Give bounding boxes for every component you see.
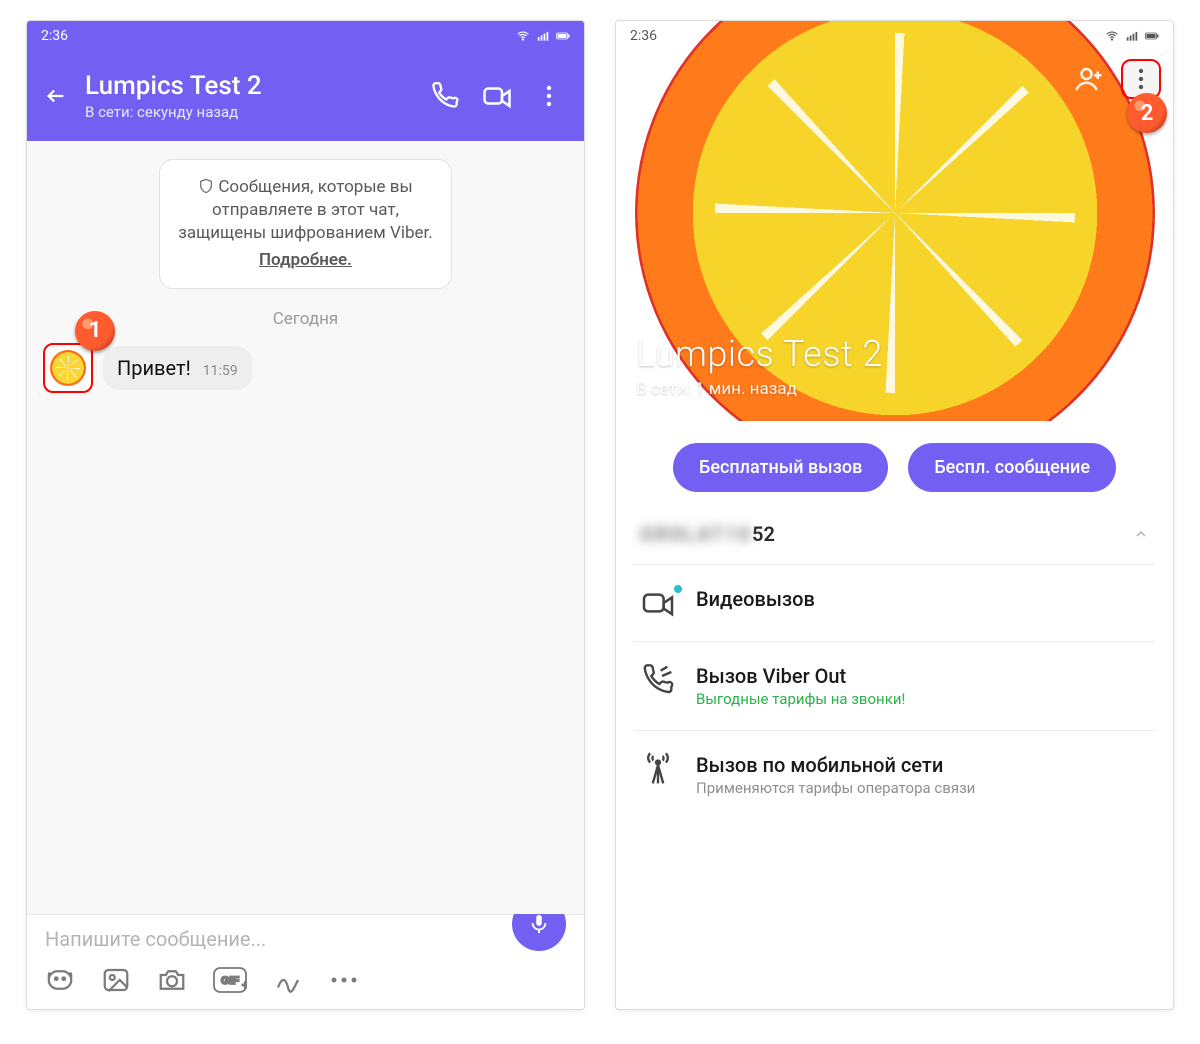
profile-body: Бесплатный вызов Беспл. сообщение GR0LAT…	[616, 421, 1173, 813]
more-toolbar-icon[interactable]	[329, 975, 359, 985]
message-text: Привет!	[117, 356, 191, 380]
callout-badge-2: 2	[1127, 93, 1167, 133]
message-input[interactable]: Напишите сообщение...	[45, 927, 512, 951]
divider	[634, 730, 1155, 731]
wifi-icon	[516, 29, 530, 43]
input-bar: Напишите сообщение... GIF+	[27, 914, 584, 1009]
status-indicators	[516, 29, 570, 43]
sticker-icon[interactable]	[45, 965, 75, 995]
free-message-button[interactable]: Беспл. сообщение	[908, 443, 1116, 492]
phone-left: 2:36 Lumpics Test 2 В сети: секунду наза…	[26, 20, 585, 1010]
option-label: Вызов Viber Out	[696, 664, 905, 688]
option-subtitle: Выгодные тарифы на звонки!	[696, 690, 905, 708]
more-icon[interactable]	[532, 79, 566, 113]
viber-out-icon	[638, 664, 678, 696]
back-icon[interactable]	[45, 85, 67, 107]
lemon-avatar-icon	[50, 350, 86, 386]
battery-icon	[1145, 29, 1159, 43]
profile-name: Lumpics Test 2	[636, 333, 883, 375]
encryption-text-1: Сообщения, которые вы	[218, 177, 412, 197]
status-time: 2:36	[41, 28, 68, 44]
date-separator: Сегодня	[43, 309, 568, 329]
signal-icon	[1125, 29, 1139, 43]
profile-text: Lumpics Test 2 В сети: 1 мин. назад	[636, 333, 883, 399]
option-subtitle: Применяются тарифы оператора связи	[696, 779, 975, 797]
wifi-icon	[1105, 29, 1119, 43]
status-time: 2:36	[630, 28, 657, 44]
svg-text:GIF: GIF	[221, 975, 240, 987]
svg-text:+: +	[242, 978, 247, 992]
phone-number-row[interactable]: GR0LAT1052	[634, 518, 1155, 558]
option-cellular-call[interactable]: Вызов по мобильной сети Применяются тари…	[634, 737, 1155, 813]
gallery-icon[interactable]	[101, 965, 131, 995]
option-label: Вызов по мобильной сети	[696, 753, 975, 777]
encryption-text-3: защищены шифрованием Viber.	[178, 223, 432, 243]
divider	[634, 564, 1155, 565]
free-call-button[interactable]: Бесплатный вызов	[673, 443, 888, 492]
status-bar: 2:36	[27, 21, 584, 51]
cell-tower-icon	[638, 753, 678, 785]
message-row: Привет! 11:59 1	[43, 343, 568, 393]
chat-body: Сообщения, которые вы отправляете в этот…	[27, 141, 584, 914]
message-bubble[interactable]: Привет! 11:59	[103, 346, 252, 390]
camera-icon[interactable]	[157, 965, 187, 995]
signal-icon	[536, 29, 550, 43]
encryption-notice[interactable]: Сообщения, которые вы отправляете в этот…	[159, 159, 451, 289]
encryption-more-link[interactable]: Подробнее.	[178, 249, 432, 272]
chat-header: Lumpics Test 2 В сети: секунду назад	[27, 51, 584, 141]
message-avatar-highlight[interactable]	[43, 343, 93, 393]
add-contact-icon[interactable]	[1069, 59, 1109, 99]
dot-badge-icon	[674, 585, 682, 593]
doodle-icon[interactable]	[273, 965, 303, 995]
profile-hero: 2:36 2 Lumpics Test 2 В сети: 1 мин. наз…	[616, 21, 1173, 421]
chat-title-block[interactable]: Lumpics Test 2 В сети: секунду назад	[85, 71, 410, 121]
video-call-icon[interactable]	[480, 79, 514, 113]
video-icon	[638, 587, 678, 619]
input-toolbar: GIF+	[45, 965, 566, 995]
chevron-up-icon	[1133, 526, 1149, 542]
back-icon[interactable]	[630, 65, 654, 89]
status-bar: 2:36	[616, 21, 1173, 51]
encryption-text-2: отправляете в этот чат,	[212, 200, 399, 220]
battery-icon	[556, 29, 570, 43]
voice-call-icon[interactable]	[428, 79, 462, 113]
chat-title: Lumpics Test 2	[85, 71, 410, 101]
option-video-call[interactable]: Видеовызов	[634, 571, 1155, 635]
profile-status: В сети: 1 мин. назад	[636, 379, 883, 399]
divider	[634, 641, 1155, 642]
chat-status: В сети: секунду назад	[85, 103, 410, 121]
callout-badge-1: 1	[75, 311, 115, 351]
option-viber-out[interactable]: Вызов Viber Out Выгодные тарифы на звонк…	[634, 648, 1155, 724]
message-time: 11:59	[203, 363, 238, 379]
gif-icon[interactable]: GIF+	[213, 967, 247, 993]
phone-number-tail: 52	[752, 522, 775, 546]
phone-number-blurred: GR0LAT10	[640, 522, 752, 546]
option-label: Видеовызов	[696, 587, 815, 611]
phone-right: 2:36 2 Lumpics Test 2 В сети: 1 мин. наз…	[615, 20, 1174, 1010]
shield-icon	[198, 178, 214, 194]
status-indicators	[1105, 29, 1159, 43]
